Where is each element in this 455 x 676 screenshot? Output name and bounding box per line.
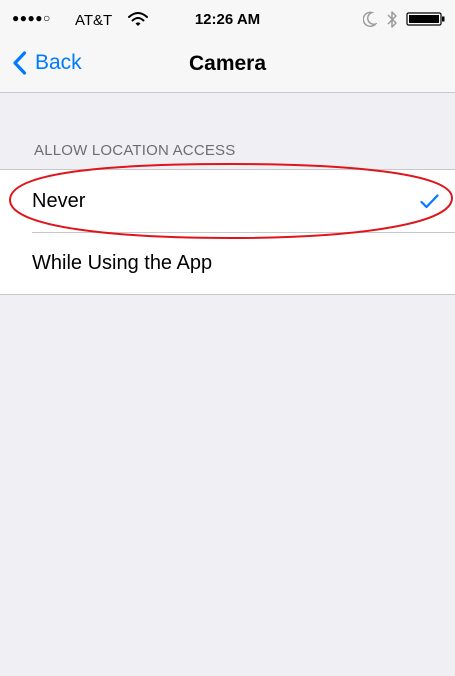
battery-icon <box>406 12 445 26</box>
back-label: Back <box>35 51 82 74</box>
back-button[interactable]: Back <box>12 48 82 78</box>
chevron-left-icon <box>13 51 27 75</box>
option-label: Never <box>32 189 86 212</box>
bluetooth-icon <box>387 11 397 28</box>
navigation-bar: Back Camera <box>0 40 455 92</box>
option-never[interactable]: Never <box>0 170 455 232</box>
signal-strength: ●●●●○ <box>12 11 51 25</box>
option-while-using-the-app[interactable]: While Using the App <box>0 232 455 294</box>
checkmark-icon <box>420 194 439 209</box>
location-settings-screen: ●●●●○ AT&T 12:26 AM Back Camera ALLOW LO… <box>0 0 455 676</box>
wifi-icon <box>128 12 148 26</box>
option-label: While Using the App <box>32 251 213 274</box>
carrier-name: AT&T <box>75 12 113 29</box>
moon-icon <box>363 11 377 27</box>
header: ●●●●○ AT&T 12:26 AM Back Camera <box>0 0 455 93</box>
location-options-list: Never While Using the App <box>0 169 455 295</box>
status-bar: ●●●●○ AT&T 12:26 AM <box>0 0 455 40</box>
section-header: ALLOW LOCATION ACCESS <box>34 142 236 159</box>
